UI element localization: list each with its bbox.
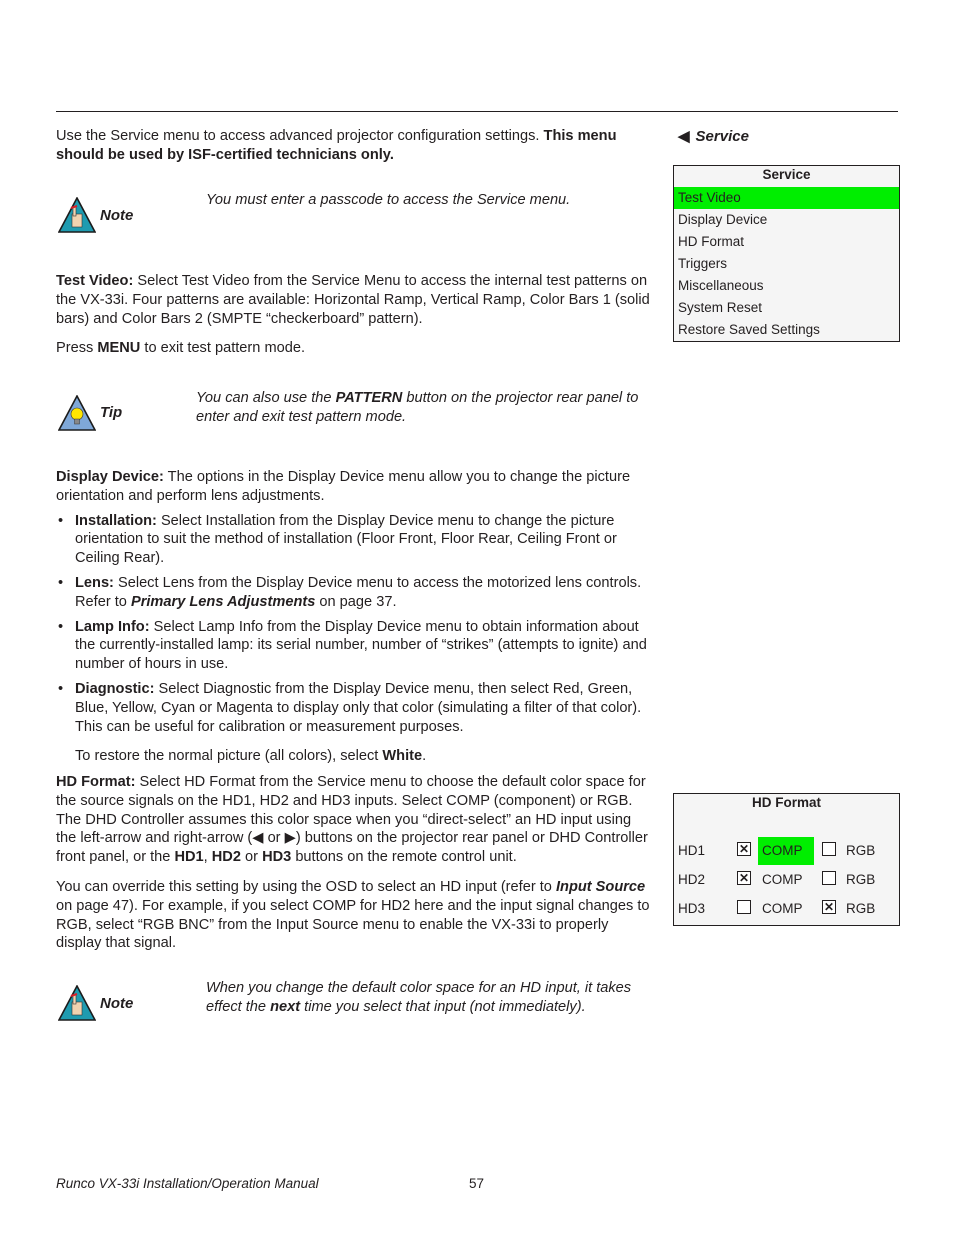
display-device-list: Installation: Select Installation from t… [56,512,654,737]
intro-text: Use the Service menu to access advanced … [56,128,544,144]
bullet-text: Select Diagnostic from the Display Devic… [75,680,642,735]
comp-option[interactable]: COMP [758,895,814,923]
service-section-heading: ◀ Service [678,127,749,145]
hd-input-name: HD3 [678,901,706,916]
note-callout-2: Note When you change the default color s… [56,980,656,1025]
or-text: or [263,830,285,847]
hd-row-hd2: HD2 ✕ COMP RGB [674,866,899,894]
comp-option[interactable]: COMP [758,837,814,865]
menu-item-test-video[interactable]: Test Video [674,187,899,209]
comp-checkbox-checked[interactable]: ✕ [737,871,751,885]
primary-lens-adjustments-link[interactable]: Primary Lens Adjustments [131,594,315,610]
tip-text-pre: You can also use the [196,390,336,406]
lightbulb-icon [58,395,96,431]
header-rule [56,111,898,112]
press-text-post: to exit test pattern mode. [140,340,306,357]
note-hand-icon [58,197,96,233]
note-label: Note [100,207,134,224]
hd-format-section: HD Format: Select HD Format from the Ser… [56,773,654,953]
comma: , [203,849,212,866]
test-video-section: Test Video: Select Test Video from the S… [56,272,654,358]
input-source-link[interactable]: Input Source [556,879,645,895]
page-number: 57 [469,1176,485,1191]
rgb-checkbox[interactable] [822,842,836,856]
menu-item-restore-saved-settings[interactable]: Restore Saved Settings [674,319,899,341]
rgb-checkbox[interactable] [822,871,836,885]
bullet-term: Lens: [75,574,114,591]
or-text-2: or [240,849,263,866]
note-text: When you change the default color space … [206,979,656,1016]
test-video-heading: Test Video: [56,273,134,289]
intro-paragraph: Use the Service menu to access advanced … [56,127,654,165]
restore-text: To restore the normal picture (all color… [75,748,383,765]
hd-format-text-3: buttons on the remote control unit. [291,849,517,866]
restore-note: To restore the normal picture (all color… [56,747,654,766]
list-item: Lens: Select Lens from the Display Devic… [56,574,654,612]
note-label: Note [100,995,134,1012]
bullet-term: Lamp Info: [75,618,150,635]
menu-button-ref: MENU [97,340,141,357]
menu-item-triggers[interactable]: Triggers [674,253,899,275]
hd-row-hd3: HD3 COMP ✕ RGB [674,895,899,923]
bullet-text: Select Installation from the Display Dev… [75,512,617,567]
restore-text-post: . [422,748,427,765]
menu-item-display-device[interactable]: Display Device [674,209,899,231]
note-callout: Note You must enter a passcode to access… [56,192,656,237]
note-text-post: time you select that input (not immediat… [300,998,586,1015]
bullet-text-post: on page 37. [315,593,397,610]
rgb-option[interactable]: RGB [842,895,879,923]
display-device-heading: Display Device: [56,469,164,485]
test-video-text: Select Test Video from the Service Menu … [56,273,650,327]
press-text: Press [56,340,98,357]
override-text-post: on page 47). For example, if you select … [56,897,650,952]
tip-text: You can also use the PATTERN button on t… [196,389,656,426]
footer-manual-title: Runco VX-33i Installation/Operation Manu… [56,1176,319,1191]
hd3-button-ref: HD3 [262,849,292,866]
bullet-term: Installation: [75,512,157,529]
list-item: Installation: Select Installation from t… [56,512,654,568]
list-item: Diagnostic: Select Diagnostic from the D… [56,680,654,736]
comp-checkbox[interactable] [737,900,751,914]
pattern-button-ref: PATTERN [335,390,403,406]
note-text: You must enter a passcode to access the … [206,192,571,208]
comp-option[interactable]: COMP [758,866,814,894]
rgb-option[interactable]: RGB [842,837,879,865]
service-menu: Service Test Video Display Device HD For… [673,165,900,342]
rgb-option[interactable]: RGB [842,866,879,894]
hd-input-name: HD2 [678,872,706,887]
hd-format-heading: HD Format: [56,774,136,790]
hd-format-menu: HD Format HD1 ✕ COMP RGB HD2 ✕ COMP RGB … [673,793,900,926]
white-option-ref: White [382,748,423,765]
bullet-term: Diagnostic: [75,680,155,697]
hd2-button-ref: HD2 [211,849,241,866]
tip-label: Tip [100,404,123,421]
tip-callout: Tip You can also use the PATTERN button … [56,390,656,435]
hd1-button-ref: HD1 [174,849,204,866]
override-text: You can override this setting by using t… [56,878,556,895]
left-arrow-icon: ◀ [252,830,264,847]
note-hand-icon [58,985,96,1021]
right-arrow-icon: ▶ [284,830,296,847]
menu-item-hd-format[interactable]: HD Format [674,231,899,253]
list-item: Lamp Info: Select Lamp Info from the Dis… [56,618,654,674]
bullet-text: Select Lamp Info from the Display Device… [75,618,647,673]
menu-item-miscellaneous[interactable]: Miscellaneous [674,275,899,297]
comp-checkbox-checked[interactable]: ✕ [737,842,751,856]
menu-item-system-reset[interactable]: System Reset [674,297,899,319]
arrow-left-icon: ◀ [678,128,690,145]
hd-format-menu-title: HD Format [751,795,821,810]
section-title: Service [695,128,749,145]
override-paragraph: You can override this setting by using t… [56,878,654,953]
service-menu-title: Service [762,167,811,182]
hd-input-name: HD1 [678,843,706,858]
note-emphasis: next [270,998,301,1015]
rgb-checkbox-checked[interactable]: ✕ [822,900,836,914]
display-device-section: Display Device: The options in the Displ… [56,468,654,766]
hd-row-hd1: HD1 ✕ COMP RGB [674,837,899,865]
